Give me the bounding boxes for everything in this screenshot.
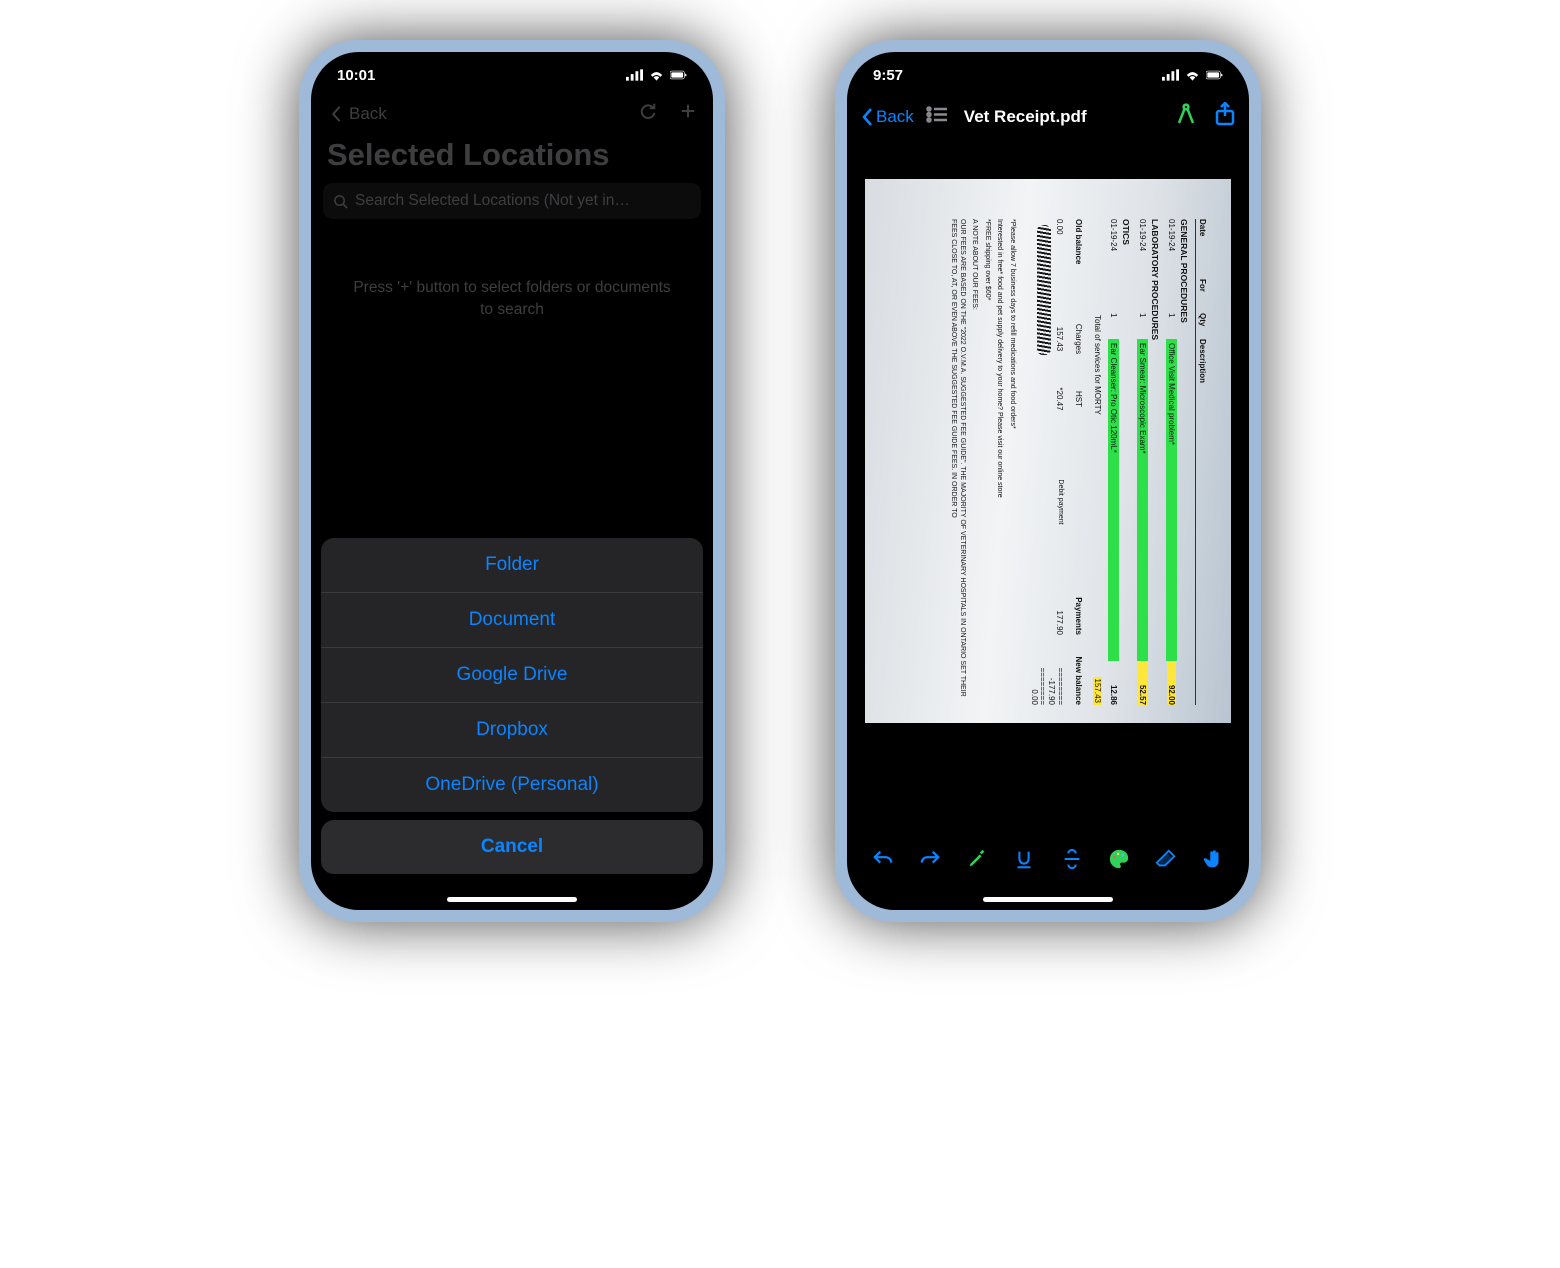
subtotal-label: Total of services for MORTY bbox=[1093, 315, 1102, 415]
compass-icon bbox=[1175, 103, 1197, 125]
back-button[interactable]: Back bbox=[861, 107, 914, 127]
status-time: 10:01 bbox=[337, 67, 375, 84]
receipt-row: 01-19-241Ear Cleanser: Pro Otic 120mL*12… bbox=[1108, 219, 1119, 705]
share-button[interactable] bbox=[1215, 102, 1235, 131]
underline-tool[interactable] bbox=[1010, 845, 1038, 873]
cellular-icon bbox=[1162, 69, 1179, 81]
list-icon bbox=[926, 106, 948, 123]
receipt-section-title: OTICS bbox=[1121, 219, 1131, 705]
hand-icon bbox=[1202, 848, 1224, 870]
totals-header: Old balance Charges HST Payments New bal… bbox=[1074, 219, 1083, 705]
receipt-header: Date For Qty Description bbox=[1195, 219, 1207, 705]
home-indicator[interactable] bbox=[983, 897, 1113, 902]
col-date: Date bbox=[1198, 219, 1207, 279]
eraser-tool[interactable] bbox=[1152, 845, 1180, 873]
back-label: Back bbox=[349, 104, 387, 124]
nav-bar: Back bbox=[311, 98, 713, 129]
receipt-content: Date For Qty Description GENERAL PROCEDU… bbox=[865, 179, 1231, 723]
share-icon bbox=[1215, 102, 1235, 126]
wifi-icon bbox=[648, 69, 665, 81]
underline-icon bbox=[1013, 848, 1035, 870]
search-field[interactable]: Search Selected Locations (Not yet in… bbox=[323, 183, 701, 219]
action-sheet-item-folder[interactable]: Folder bbox=[321, 538, 703, 593]
phone-right: 9:57 Back Vet Receipt.pdf bbox=[835, 40, 1261, 922]
receipt-page: Date For Qty Description GENERAL PROCEDU… bbox=[865, 179, 1231, 723]
col-for: For bbox=[1198, 279, 1207, 313]
col-desc: Description bbox=[1198, 339, 1207, 705]
color-picker-tool[interactable] bbox=[1105, 845, 1133, 873]
search-placeholder: Search Selected Locations (Not yet in… bbox=[355, 192, 630, 210]
receipt-section-title: GENERAL PROCEDURES bbox=[1179, 219, 1189, 705]
action-sheet-group: Folder Document Google Drive Dropbox One… bbox=[321, 538, 703, 812]
plus-icon bbox=[679, 102, 697, 120]
highlighter-icon bbox=[966, 848, 988, 870]
undo-button[interactable] bbox=[869, 845, 897, 873]
status-time: 9:57 bbox=[873, 67, 903, 84]
strikethrough-icon bbox=[1061, 848, 1083, 870]
action-sheet: Folder Document Google Drive Dropbox One… bbox=[321, 538, 703, 892]
screen-right: 9:57 Back Vet Receipt.pdf bbox=[847, 52, 1249, 910]
action-sheet-cancel[interactable]: Cancel bbox=[321, 820, 703, 874]
receipt-section-title: LABORATORY PROCEDURES bbox=[1150, 219, 1160, 705]
document-title: Vet Receipt.pdf bbox=[964, 107, 1163, 127]
page-title: Selected Locations bbox=[311, 129, 713, 183]
col-qty: Qty bbox=[1198, 313, 1207, 339]
screen-left: 10:01 Back Selected Locations bbox=[311, 52, 713, 910]
nav-bar: Back Vet Receipt.pdf bbox=[847, 98, 1249, 135]
eraser-icon bbox=[1155, 848, 1177, 870]
notch bbox=[973, 52, 1123, 78]
receipt-row: 01-19-241Ear Smear: Microscopic Exam*52.… bbox=[1137, 219, 1148, 705]
empty-state-hint: Press '+' button to select folders or do… bbox=[311, 277, 713, 320]
subtotal-amount: 157.43 bbox=[1093, 677, 1102, 705]
action-sheet-item-onedrive[interactable]: OneDrive (Personal) bbox=[321, 758, 703, 812]
refresh-icon bbox=[639, 102, 657, 120]
redo-icon bbox=[919, 848, 941, 870]
wifi-icon bbox=[1184, 69, 1201, 81]
redo-button[interactable] bbox=[916, 845, 944, 873]
battery-icon bbox=[1206, 69, 1223, 81]
highlighter-tool[interactable] bbox=[963, 845, 991, 873]
palette-icon bbox=[1108, 848, 1130, 870]
back-button[interactable]: Back bbox=[327, 104, 387, 124]
document-viewer[interactable]: Date For Qty Description GENERAL PROCEDU… bbox=[847, 135, 1249, 830]
cellular-icon bbox=[626, 69, 643, 81]
search-icon bbox=[333, 194, 348, 209]
home-indicator[interactable] bbox=[447, 897, 577, 902]
chevron-left-icon bbox=[327, 105, 345, 123]
strikethrough-tool[interactable] bbox=[1058, 845, 1086, 873]
refresh-button[interactable] bbox=[639, 102, 657, 125]
back-label: Back bbox=[876, 107, 914, 127]
redaction-scribble bbox=[1037, 225, 1051, 355]
receipt-row: 01-19-241Office Visit Medical problem*92… bbox=[1166, 219, 1177, 705]
list-button[interactable] bbox=[926, 106, 948, 128]
status-icons bbox=[626, 69, 687, 81]
action-sheet-item-gdrive[interactable]: Google Drive bbox=[321, 648, 703, 703]
chevron-left-icon bbox=[861, 107, 873, 127]
action-sheet-item-dropbox[interactable]: Dropbox bbox=[321, 703, 703, 758]
notch bbox=[437, 52, 587, 78]
status-icons bbox=[1162, 69, 1223, 81]
battery-icon bbox=[670, 69, 687, 81]
touch-tool[interactable] bbox=[1199, 845, 1227, 873]
dimmed-background: Back Selected Locations Search Selected … bbox=[311, 98, 713, 320]
receipt-notes: *Please allow 7 business days to refill … bbox=[948, 219, 1017, 705]
add-button[interactable] bbox=[679, 102, 697, 125]
markup-button[interactable] bbox=[1175, 103, 1197, 130]
action-sheet-item-document[interactable]: Document bbox=[321, 593, 703, 648]
undo-icon bbox=[872, 848, 894, 870]
phone-left: 10:01 Back Selected Locations bbox=[299, 40, 725, 922]
